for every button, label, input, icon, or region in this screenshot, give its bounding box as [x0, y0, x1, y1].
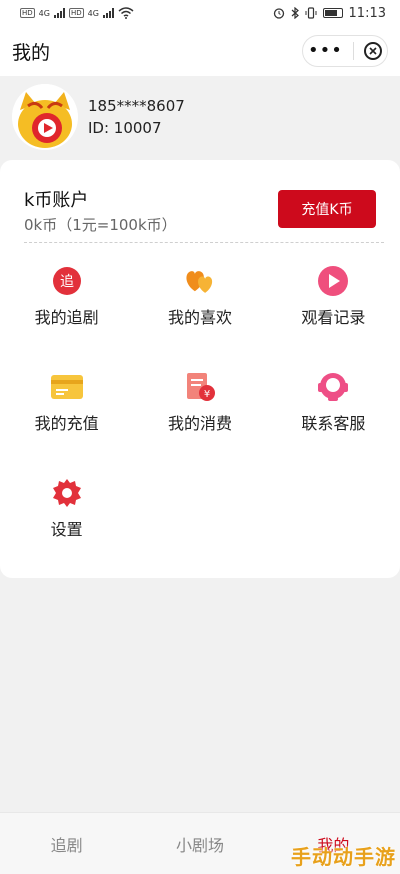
- customer-service-icon: [316, 370, 350, 404]
- signal-icon-2: [102, 8, 114, 18]
- title-bar: 我的 •••: [0, 26, 400, 76]
- tab-follow[interactable]: 追剧: [0, 813, 133, 874]
- hd-badge: HD: [20, 8, 35, 18]
- user-phone: 185****8607: [88, 97, 185, 115]
- watermark: 手动动手游: [291, 845, 396, 869]
- user-info: 185****8607 ID: 10007: [88, 95, 185, 139]
- menu-label: 观看记录: [301, 308, 366, 327]
- status-left: HD 4G HD 4G: [20, 7, 134, 19]
- hd-badge-2: HD: [68, 8, 84, 18]
- follow-drama-glyph: 追: [60, 274, 74, 290]
- wifi-icon: [118, 7, 134, 19]
- profile-section: 185****8607 ID: 10007: [12, 84, 185, 150]
- mascot-icon: [12, 84, 78, 150]
- bluetooth-icon: [291, 7, 299, 19]
- menu-label: 联系客服: [301, 414, 366, 433]
- close-icon[interactable]: [363, 42, 382, 60]
- status-bar: HD 4G HD 4G 11:13: [0, 0, 400, 26]
- menu-grid: 追 我的追剧 我的喜欢 观看记录 我的充值 ¥ 我的消费 联系客服 设置: [0, 260, 400, 578]
- menu-label: 我的喜欢: [167, 308, 232, 327]
- account-card: k币账户 0k币（1元=100k币） 充值K币 追 我的追剧 我的喜欢 观看记录: [0, 160, 400, 578]
- menu-item-likes[interactable]: 我的喜欢: [133, 260, 266, 366]
- vibrate-icon: [305, 7, 317, 19]
- menu-item-recharge[interactable]: 我的充值: [0, 366, 133, 472]
- capsule-divider: [352, 42, 354, 60]
- menu-label: 设置: [50, 520, 83, 539]
- coin-account-title: k币账户: [24, 190, 89, 211]
- yen-glyph: ¥: [204, 389, 210, 400]
- signal-icon: [53, 8, 65, 18]
- battery-icon: [322, 8, 343, 18]
- avatar[interactable]: [12, 84, 78, 150]
- tab-theater[interactable]: 小剧场: [133, 813, 266, 874]
- menu-item-history[interactable]: 观看记录: [267, 260, 400, 366]
- bill-yen-icon: ¥: [183, 370, 217, 404]
- menu-item-follow[interactable]: 追 我的追剧: [0, 260, 133, 366]
- coin-balance: 0k币（1元=100k币）: [24, 216, 177, 234]
- card-icon: [50, 370, 84, 404]
- heart-icon: [183, 264, 217, 298]
- page-title: 我的: [12, 41, 51, 64]
- more-options-icon[interactable]: •••: [308, 42, 343, 60]
- menu-label: 我的消费: [167, 414, 232, 433]
- menu-item-spending[interactable]: ¥ 我的消费: [133, 366, 266, 472]
- settings-gear-icon: [50, 476, 84, 510]
- follow-drama-icon: 追: [50, 264, 84, 298]
- network-label: 4G: [38, 8, 50, 18]
- status-time: 11:13: [348, 5, 386, 21]
- alarm-icon: [273, 8, 284, 19]
- user-id: ID: 10007: [88, 119, 162, 137]
- menu-label: 我的充值: [34, 414, 99, 433]
- menu-label: 我的追剧: [34, 308, 99, 327]
- divider: [24, 242, 384, 243]
- network-label-2: 4G: [87, 8, 99, 18]
- menu-item-settings[interactable]: 设置: [0, 472, 133, 578]
- menu-item-customer-service[interactable]: 联系客服: [267, 366, 400, 472]
- recharge-button[interactable]: 充值K币: [278, 190, 376, 228]
- play-history-icon: [316, 264, 350, 298]
- status-right: 11:13: [273, 6, 386, 21]
- miniprogram-capsule: •••: [302, 35, 388, 67]
